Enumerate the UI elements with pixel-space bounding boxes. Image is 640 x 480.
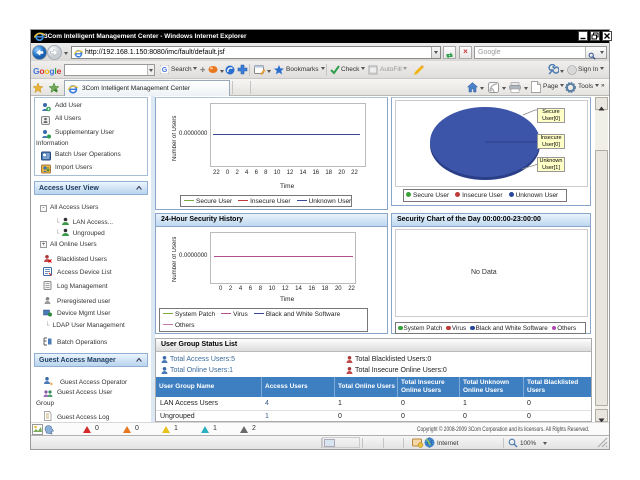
svg-text:G: G — [162, 65, 168, 74]
